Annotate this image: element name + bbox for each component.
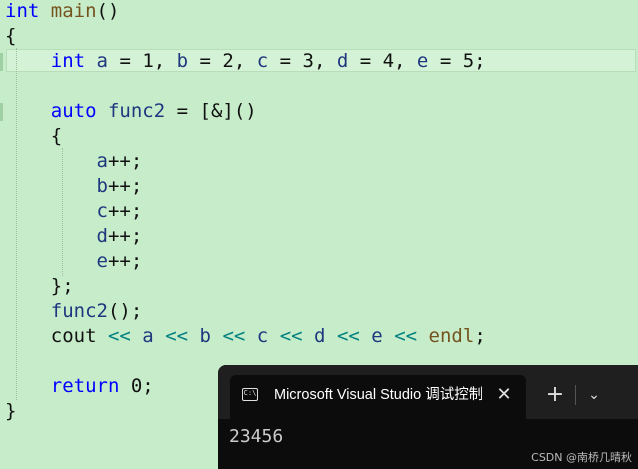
code-token: ++; <box>107 175 143 197</box>
code-token: { <box>5 125 63 147</box>
code-token: } <box>5 400 17 422</box>
code-token: = 3, <box>268 50 337 72</box>
terminal-tab-bar: C:\ Microsoft Visual Studio 调试控制台 ✕ + ⌄ <box>218 365 638 419</box>
code-token: 0; <box>119 375 154 397</box>
code-line: } <box>5 399 16 424</box>
gutter-collapse-marker <box>0 103 3 121</box>
console-tab-title: Microsoft Visual Studio 调试控制台 <box>274 387 482 403</box>
code-line: b++; <box>5 174 143 199</box>
code-token: e <box>416 50 429 72</box>
console-tab[interactable]: C:\ Microsoft Visual Studio 调试控制台 ✕ <box>230 375 526 419</box>
code-token: << <box>336 325 360 347</box>
code-line: int main() <box>5 0 119 24</box>
terminal-icon: C:\ <box>242 388 258 401</box>
code-token: int <box>5 0 40 22</box>
code-token: int <box>50 50 86 72</box>
code-token: () <box>96 0 120 22</box>
code-line: return 0; <box>5 374 154 399</box>
code-token: c <box>96 200 108 222</box>
code-token: = 4, <box>348 50 417 72</box>
code-line: c++; <box>5 199 143 224</box>
code-token: b <box>96 175 108 197</box>
code-line: auto func2 = [&]() <box>5 99 257 124</box>
new-tab-button[interactable]: + <box>540 383 570 407</box>
code-token: = 2, <box>188 50 257 72</box>
code-token: endl <box>428 325 475 347</box>
code-token: a <box>96 150 108 172</box>
code-token: ++; <box>107 250 143 272</box>
tab-separator <box>575 385 576 405</box>
code-token: }; <box>5 275 74 297</box>
code-token: ++; <box>107 225 143 247</box>
code-token: b <box>176 50 189 72</box>
code-token: << <box>222 325 246 347</box>
code-token: << <box>394 325 418 347</box>
code-line: func2(); <box>5 299 143 324</box>
code-token: func2 <box>107 100 166 122</box>
gutter-change-marker <box>0 53 3 71</box>
code-token: ++; <box>107 200 143 222</box>
code-token: e <box>371 325 383 347</box>
close-tab-button[interactable]: ✕ <box>492 383 516 407</box>
code-token: << <box>107 325 131 347</box>
code-token: b <box>199 325 211 347</box>
code-line: a++; <box>5 149 143 174</box>
chevron-down-icon[interactable]: ⌄ <box>582 383 606 407</box>
code-line: d++; <box>5 224 143 249</box>
code-token: << <box>165 325 189 347</box>
code-token: = 1, <box>108 50 177 72</box>
code-token: auto <box>50 100 97 122</box>
code-line: e++; <box>5 249 143 274</box>
code-token: = 5; <box>428 50 486 72</box>
code-token: { <box>5 25 17 47</box>
code-line: cout << a << b << c << d << e << endl; <box>5 324 486 349</box>
code-token: cout <box>5 325 108 347</box>
code-token: ++; <box>107 150 143 172</box>
code-token: func2 <box>50 300 108 322</box>
code-line: { <box>5 124 62 149</box>
code-token: (); <box>107 300 143 322</box>
code-token: ; <box>474 325 486 347</box>
code-token: = [&]() <box>165 100 257 122</box>
code-token: main <box>50 0 97 22</box>
code-token: << <box>279 325 303 347</box>
code-token: c <box>256 325 269 347</box>
code-token: d <box>314 325 326 347</box>
code-token: c <box>256 50 269 72</box>
code-token: d <box>336 50 349 72</box>
code-token: d <box>96 225 108 247</box>
code-line: { <box>5 24 16 49</box>
code-token: return <box>50 375 120 397</box>
code-line: }; <box>5 274 74 299</box>
console-output: 23456 <box>229 426 284 447</box>
code-token: e <box>96 250 108 272</box>
code-line: int a = 1, b = 2, c = 3, d = 4, e = 5; <box>5 49 486 74</box>
code-token: a <box>142 325 154 347</box>
code-token: a <box>96 50 108 72</box>
watermark: CSDN @南桥几晴秋 <box>531 451 632 464</box>
